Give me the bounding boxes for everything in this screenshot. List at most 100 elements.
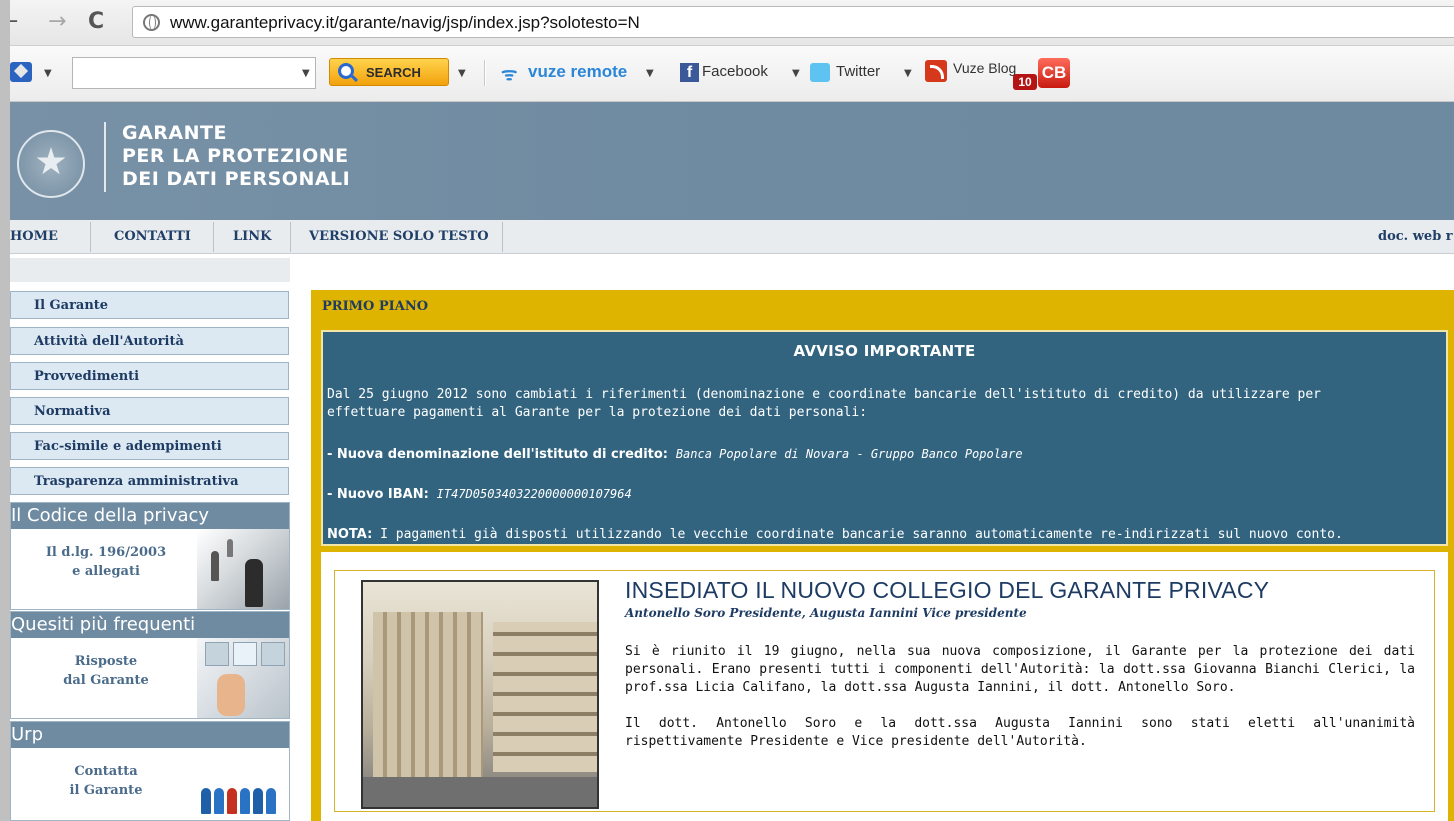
site-title-line: DEI DATI PERSONALI <box>122 168 351 190</box>
nav-link[interactable]: LINK <box>233 229 271 244</box>
news-panel: INSEDIATO IL NUOVO COLLEGIO DEL GARANTE … <box>321 552 1448 821</box>
twitter-icon <box>810 63 830 82</box>
news-paragraph: Il dott. Antonello Soro e la dott.ssa Au… <box>625 716 1415 749</box>
chevron-down-icon[interactable]: ▼ <box>904 68 912 79</box>
quesiti-box[interactable]: Quesiti più frequenti Risposte dal Garan… <box>10 611 290 719</box>
site-header: GARANTE PER LA PROTEZIONE DEI DATI PERSO… <box>0 102 1454 220</box>
avviso-importante-box: AVVISO IMPORTANTE Dal 25 giugno 2012 son… <box>321 330 1448 546</box>
back-arrow-icon[interactable]: ← <box>0 9 18 34</box>
nav-contatti[interactable]: CONTATTI <box>114 229 191 244</box>
codice-privacy-link[interactable]: Il d.lg. 196/2003 e allegati <box>11 543 201 581</box>
search-button-label: SEARCH <box>366 65 421 80</box>
toolbar-search-input[interactable] <box>72 57 316 89</box>
person-figure <box>266 788 276 814</box>
person-figure <box>240 788 250 814</box>
nota-text: I pagamenti già disposti utilizzando le … <box>380 527 1343 542</box>
nav-divider <box>290 222 291 252</box>
chevron-down-icon[interactable]: ▼ <box>646 68 654 79</box>
quesiti-title: Quesiti più frequenti <box>11 612 289 638</box>
urp-link-line: il Garante <box>69 783 143 798</box>
forward-arrow-icon[interactable]: → <box>48 9 66 34</box>
facebook-icon: f <box>680 63 699 82</box>
nota-label: NOTA: <box>327 527 373 542</box>
notice-nota: NOTA: I pagamenti già disposti utilizzan… <box>327 526 1343 544</box>
notice-iban: - Nuovo IBAN: IT47D050340322000000010796… <box>327 485 632 504</box>
quesiti-link[interactable]: Risposte dal Garante <box>11 652 201 690</box>
urp-box[interactable]: Urp Contatta il Garante <box>10 721 290 821</box>
screen-button-shape <box>261 642 285 666</box>
building-facade-shape <box>373 612 483 782</box>
nav-divider <box>90 222 91 252</box>
browser-window: ← → C www.garanteprivacy.it/garante/navi… <box>0 0 1454 821</box>
chevron-down-icon[interactable]: ▼ <box>302 68 310 79</box>
wifi-icon: ᯤ <box>501 64 518 85</box>
notification-count-badge: 10 <box>1013 74 1037 90</box>
codice-privacy-link-line: e allegati <box>72 564 140 579</box>
section-label: PRIMO PIANO <box>322 299 429 314</box>
news-paragraph: Si è riunito il 19 giugno, nella sua nuo… <box>625 644 1415 695</box>
notice-para-line: Dal 25 giugno 2012 sono cambiati i rifer… <box>327 387 1321 402</box>
denomination-value: Banca Popolare di Novara - Gruppo Banco … <box>675 447 1023 461</box>
cb-icon[interactable]: CB <box>1038 58 1070 88</box>
news-title[interactable]: INSEDIATO IL NUOVO COLLEGIO DEL GARANTE … <box>625 577 1269 604</box>
sidebar-item-fac-simile[interactable]: Fac-simile e adempimenti <box>10 432 289 460</box>
urp-link-line: Contatta <box>74 764 138 779</box>
site-title-line: PER LA PROTEZIONE <box>122 145 349 167</box>
nav-divider <box>213 222 214 252</box>
site-title-line: GARANTE <box>122 122 227 144</box>
toolbar-logo-icon[interactable] <box>10 62 32 82</box>
toolbar-search-button[interactable]: SEARCH <box>329 58 449 86</box>
screen-button-shape <box>233 642 257 666</box>
sidebar-top-spacer <box>10 258 290 282</box>
facebook-button[interactable]: Facebook <box>702 63 768 80</box>
person-figure <box>253 788 263 814</box>
sidebar-item-il-garante[interactable]: Il Garante <box>10 291 289 319</box>
chevron-down-icon[interactable]: ▼ <box>44 68 52 79</box>
notice-denomination: - Nuova denominazione dell'istituto di c… <box>327 445 1023 464</box>
primo-piano-section: PRIMO PIANO AVVISO IMPORTANTE Dal 25 giu… <box>311 290 1454 821</box>
palazzo-photo[interactable] <box>361 580 599 809</box>
quesiti-link-line: Risposte <box>74 654 138 669</box>
url-text[interactable]: www.garanteprivacy.it/garante/navig/jsp/… <box>170 13 640 33</box>
chevron-down-icon[interactable]: ▼ <box>458 68 466 79</box>
person-figure <box>211 551 219 581</box>
chevron-down-icon[interactable]: ▼ <box>792 68 800 79</box>
header-divider <box>104 122 106 192</box>
vuze-remote-button[interactable]: vuze remote <box>528 62 627 82</box>
codice-privacy-box[interactable]: Il Codice della privacy Il d.lg. 196/200… <box>10 502 290 610</box>
news-item: INSEDIATO IL NUOVO COLLEGIO DEL GARANTE … <box>334 570 1435 812</box>
iban-value: IT47D0503403220000000107964 <box>436 487 632 501</box>
vuze-blog-button[interactable]: Vuze Blog <box>953 60 1016 76</box>
sidebar-item-normativa[interactable]: Normativa <box>10 397 289 425</box>
person-figure <box>227 788 237 814</box>
sidebar-item-attivita[interactable]: Attività dell'Autorità <box>10 327 289 355</box>
doc-web-label: doc. web r <box>1378 229 1453 244</box>
person-figure <box>201 788 211 814</box>
hand-icon <box>217 674 245 716</box>
nav-home[interactable]: HOME <box>10 229 58 244</box>
person-figure <box>227 539 233 557</box>
notice-para-line: effettuare pagamenti al Garante per la p… <box>327 405 868 420</box>
person-figure <box>214 788 224 814</box>
twitter-button[interactable]: Twitter <box>836 63 880 80</box>
sidebar-item-provvedimenti[interactable]: Provvedimenti <box>10 362 289 390</box>
notice-title: AVVISO IMPORTANTE <box>793 342 976 360</box>
sidebar-item-trasparenza[interactable]: Trasparenza amministrativa <box>10 467 289 495</box>
globe-icon <box>143 14 160 31</box>
codice-privacy-link-line: Il d.lg. 196/2003 <box>45 545 167 560</box>
address-toolbar: ← → C www.garanteprivacy.it/garante/navi… <box>0 0 1454 46</box>
urp-link[interactable]: Contatta il Garante <box>11 762 201 800</box>
people-group-image <box>197 748 289 820</box>
rss-icon <box>925 60 947 82</box>
iban-label: - Nuovo IBAN: <box>327 487 429 502</box>
site-title[interactable]: GARANTE PER LA PROTEZIONE DEI DATI PERSO… <box>122 122 350 191</box>
search-icon <box>338 63 354 79</box>
touchscreen-image <box>197 638 289 718</box>
republic-emblem-icon <box>17 130 85 198</box>
nav-versione-solo-testo[interactable]: VERSIONE SOLO TESTO <box>309 229 489 244</box>
news-subtitle: Antonello Soro Presidente, Augusta Ianni… <box>625 606 1027 620</box>
reload-icon[interactable]: C <box>88 9 104 34</box>
people-image <box>197 529 289 609</box>
address-bar[interactable]: www.garanteprivacy.it/garante/navig/jsp/… <box>132 6 1454 38</box>
quesiti-link-line: dal Garante <box>63 673 149 688</box>
